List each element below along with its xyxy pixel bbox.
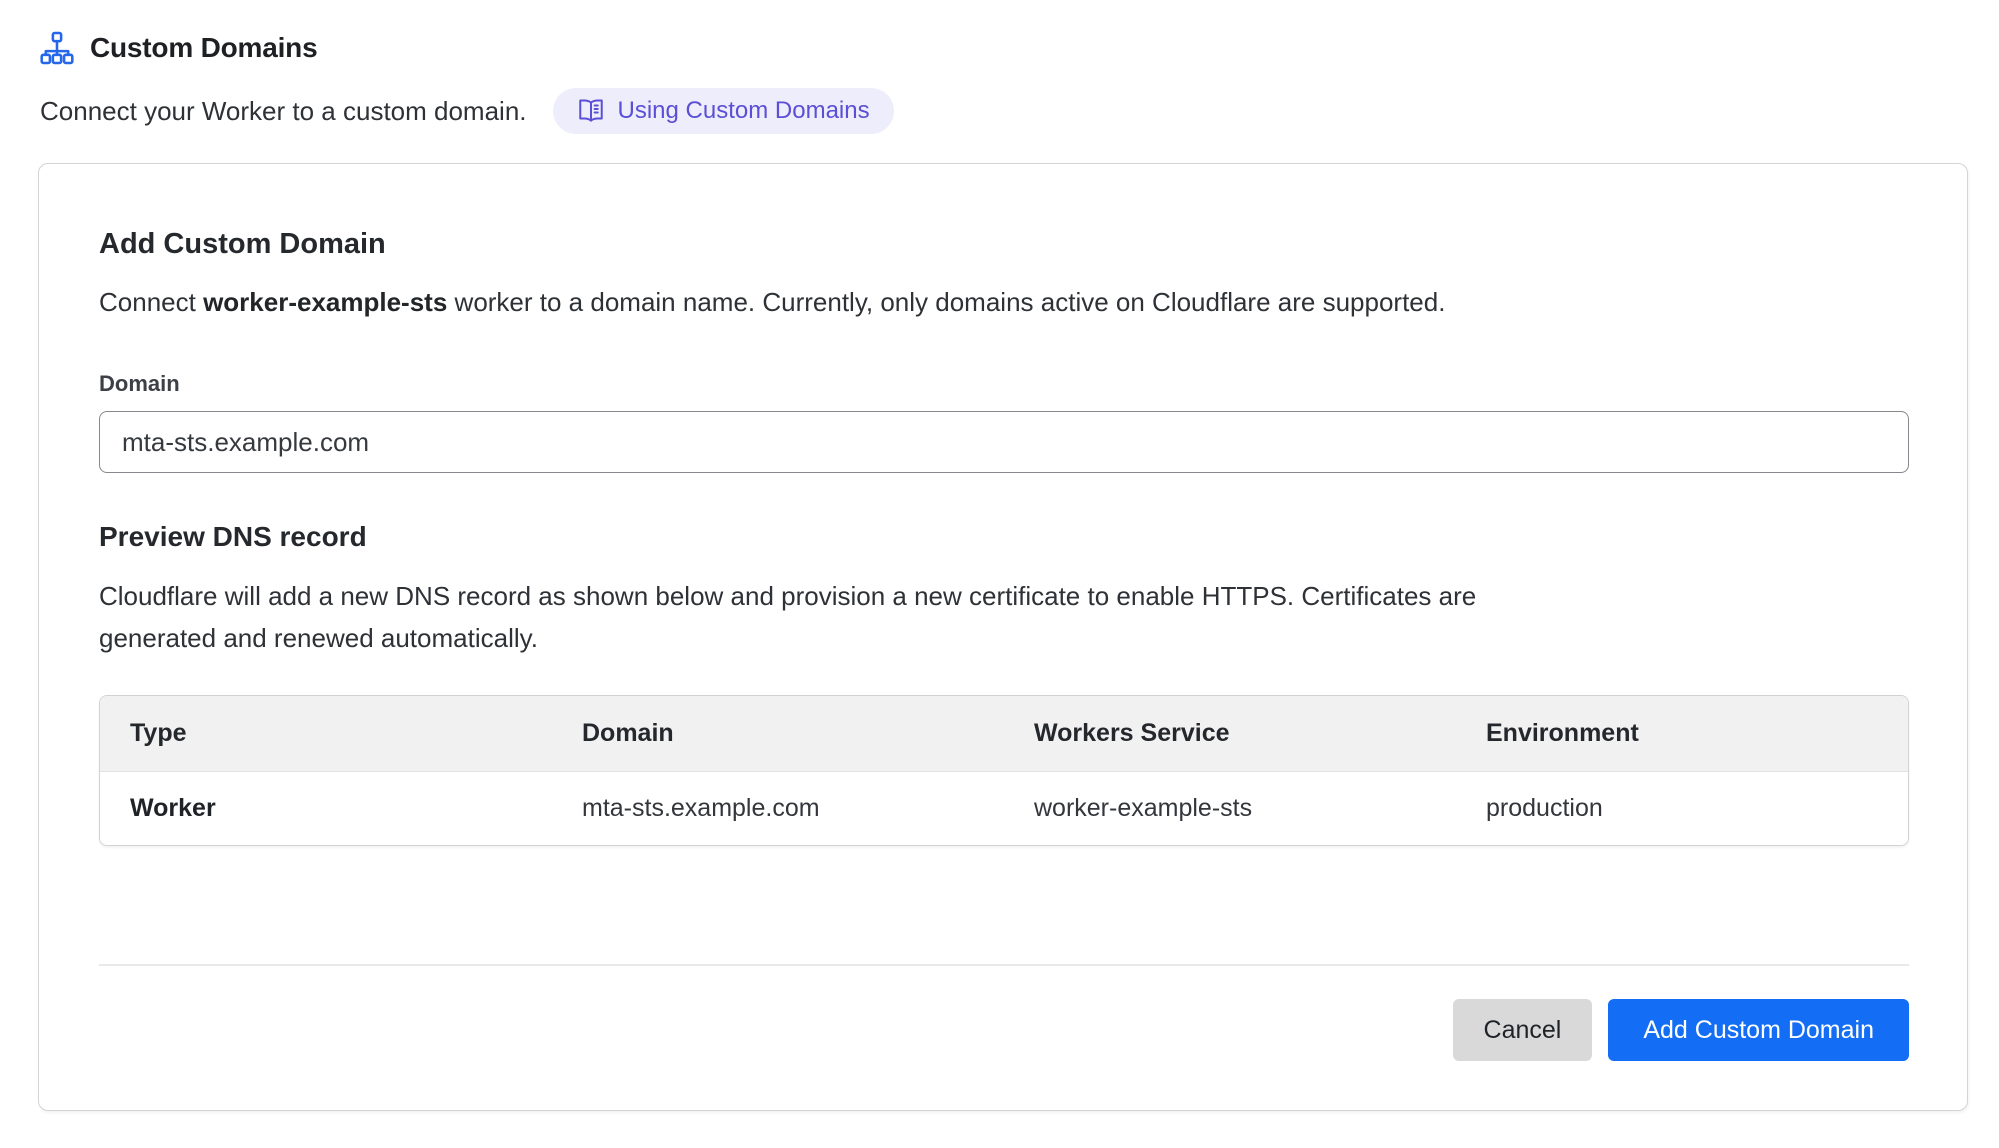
column-header-workers-service: Workers Service (1004, 696, 1456, 772)
table-row: Worker mta-sts.example.com worker-exampl… (100, 772, 1908, 846)
table-header-row: Type Domain Workers Service Environment (100, 696, 1908, 772)
intro-suffix: worker to a domain name. Currently, only… (447, 287, 1445, 317)
docs-link-label: Using Custom Domains (618, 97, 870, 125)
subtitle-row: Connect your Worker to a custom domain. … (40, 88, 1968, 134)
page-title: Custom Domains (90, 32, 317, 64)
sitemap-icon (40, 31, 74, 65)
card-actions: Cancel Add Custom Domain (99, 999, 1909, 1061)
cell-environment: production (1456, 772, 1908, 846)
intro-prefix: Connect (99, 287, 203, 317)
footer-divider (99, 964, 1909, 966)
card-intro: Connect worker-example-sts worker to a d… (99, 287, 1909, 317)
title-row: Custom Domains (40, 30, 1968, 66)
page-header: Custom Domains Connect your Worker to a … (0, 0, 1999, 134)
cell-workers-service: worker-example-sts (1004, 772, 1456, 846)
page-subtitle: Connect your Worker to a custom domain. (40, 96, 527, 127)
column-header-type: Type (100, 696, 552, 772)
cell-domain: mta-sts.example.com (552, 772, 1004, 846)
column-header-domain: Domain (552, 696, 1004, 772)
worker-name: worker-example-sts (203, 287, 447, 317)
preview-dns-heading: Preview DNS record (99, 521, 1909, 553)
docs-link-badge[interactable]: Using Custom Domains (553, 88, 894, 134)
dns-record-table: Type Domain Workers Service Environment … (99, 695, 1909, 846)
preview-dns-description: Cloudflare will add a new DNS record as … (99, 575, 1569, 659)
domain-input[interactable] (99, 411, 1909, 473)
column-header-environment: Environment (1456, 696, 1908, 772)
cancel-button[interactable]: Cancel (1453, 999, 1593, 1061)
cell-type: Worker (100, 772, 552, 846)
add-custom-domain-card: Add Custom Domain Connect worker-example… (38, 163, 1968, 1111)
open-book-icon (577, 97, 605, 125)
domain-field-label: Domain (99, 371, 1909, 397)
add-custom-domain-button[interactable]: Add Custom Domain (1608, 999, 1909, 1061)
card-heading: Add Custom Domain (99, 164, 1909, 261)
